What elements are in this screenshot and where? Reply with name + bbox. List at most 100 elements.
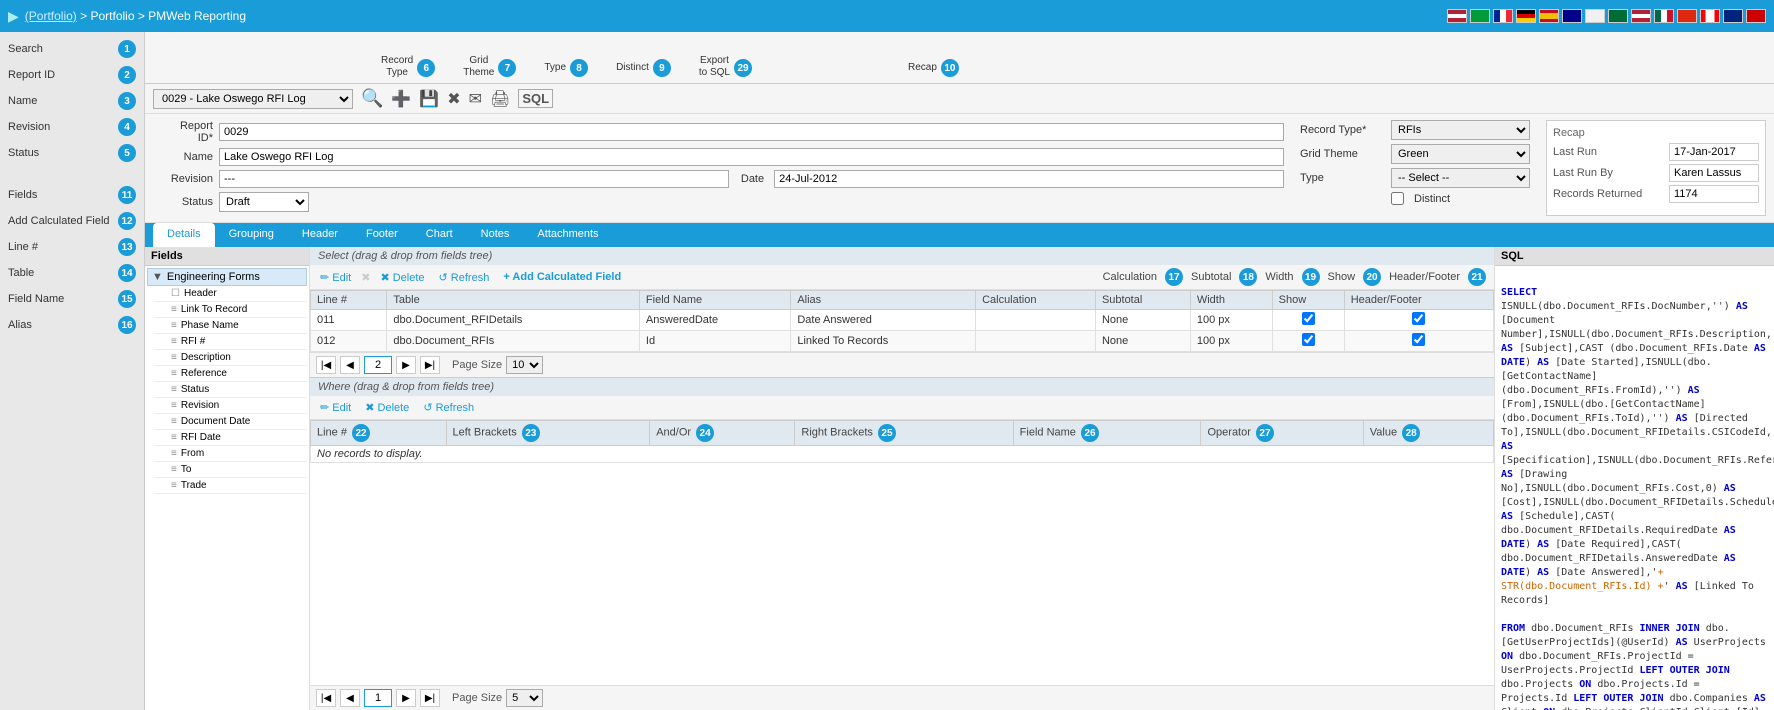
sidebar-item-add-calculated[interactable]: Add Calculated Field 12 bbox=[0, 208, 144, 234]
where-page-current[interactable] bbox=[364, 689, 392, 707]
sidebar-item-alias[interactable]: Alias 16 bbox=[0, 312, 144, 338]
date-input[interactable] bbox=[774, 170, 1284, 188]
print-icon[interactable]: 🖨 bbox=[490, 89, 510, 109]
grid-theme-select[interactable]: Green bbox=[1391, 144, 1530, 164]
tree-item-reference[interactable]: ≡ Reference bbox=[155, 366, 307, 382]
flag-fr[interactable] bbox=[1493, 9, 1513, 23]
tab-footer[interactable]: Footer bbox=[352, 223, 412, 247]
tab-chart[interactable]: Chart bbox=[412, 223, 467, 247]
search-select[interactable]: 0029 - Lake Oswego RFI Log bbox=[153, 89, 353, 109]
type-select[interactable]: -- Select -- bbox=[1391, 168, 1530, 188]
cell-hf-2[interactable] bbox=[1344, 331, 1493, 352]
tab-header[interactable]: Header bbox=[288, 223, 352, 247]
tab-attachments[interactable]: Attachments bbox=[523, 223, 612, 247]
flag-cn[interactable] bbox=[1677, 9, 1697, 23]
report-id-input[interactable] bbox=[219, 123, 1284, 141]
email-icon[interactable]: ✉ bbox=[469, 89, 482, 109]
badge-22: 22 bbox=[352, 424, 370, 442]
tree-item-status[interactable]: ≡ Status bbox=[155, 382, 307, 398]
select-edit-btn[interactable]: ✏ Edit bbox=[316, 269, 355, 286]
where-edit-btn[interactable]: ✏ Edit bbox=[316, 399, 355, 416]
cell-table-2: dbo.Document_RFIs bbox=[387, 331, 640, 352]
cancel-icon[interactable]: ✖ bbox=[447, 89, 460, 109]
sql-content: SELECT ISNULL(dbo.Document_RFIs.DocNumbe… bbox=[1495, 266, 1774, 710]
page-prev-btn[interactable]: ◀ bbox=[340, 356, 360, 374]
sql-icon[interactable]: SQL bbox=[518, 89, 553, 108]
tree-item-to[interactable]: ≡ To bbox=[155, 462, 307, 478]
flag-us[interactable] bbox=[1447, 9, 1467, 23]
sidebar-item-fields[interactable]: Fields 11 bbox=[0, 182, 144, 208]
page-size-select[interactable]: 10 25 50 bbox=[506, 356, 543, 374]
search-icon[interactable]: 🔍 bbox=[361, 88, 383, 109]
header-footer-label: Header/Footer bbox=[1389, 271, 1460, 283]
sidebar-item-report-id[interactable]: Report ID 2 bbox=[0, 62, 144, 88]
last-run-by-value: Karen Lassus bbox=[1669, 164, 1759, 182]
flag-br[interactable] bbox=[1470, 9, 1490, 23]
cell-show-1[interactable] bbox=[1272, 310, 1344, 331]
sidebar-item-name[interactable]: Name 3 bbox=[0, 88, 144, 114]
sidebar-item-search[interactable]: Search 1 bbox=[0, 36, 144, 62]
flag-de[interactable] bbox=[1516, 9, 1536, 23]
revision-input[interactable] bbox=[219, 170, 729, 188]
flag-sa[interactable] bbox=[1608, 9, 1628, 23]
select-delete-btn[interactable]: ✖ Delete bbox=[376, 269, 428, 286]
save-icon[interactable]: 💾 bbox=[419, 89, 439, 109]
where-page-size-select[interactable]: 5 10 25 bbox=[506, 689, 543, 707]
flag-es[interactable] bbox=[1539, 9, 1559, 23]
sidebar-item-table[interactable]: Table 14 bbox=[0, 260, 144, 286]
distinct-checkbox[interactable] bbox=[1391, 192, 1404, 205]
cell-show-2[interactable] bbox=[1272, 331, 1344, 352]
recap-panel: Recap Last Run 17-Jan-2017 Last Run By K… bbox=[1546, 120, 1766, 216]
page-next-btn[interactable]: ▶ bbox=[396, 356, 416, 374]
where-page-first[interactable]: |◀ bbox=[316, 689, 336, 707]
tab-notes[interactable]: Notes bbox=[467, 223, 524, 247]
status-form-label: Status bbox=[153, 196, 213, 208]
tree-item-rfi-date[interactable]: ≡ RFI Date bbox=[155, 430, 307, 446]
tree-item-link-to-record[interactable]: ≡ Link To Record bbox=[155, 302, 307, 318]
where-delete-btn[interactable]: ✖ Delete bbox=[361, 399, 413, 416]
tree-item-trade[interactable]: ≡ Trade bbox=[155, 478, 307, 494]
select-refresh-btn[interactable]: ↺ Refresh bbox=[435, 269, 494, 286]
page-first-btn[interactable]: |◀ bbox=[316, 356, 336, 374]
add-icon[interactable]: ➕ bbox=[391, 89, 411, 109]
tree-item-rfi-num[interactable]: ≡ RFI # bbox=[155, 334, 307, 350]
where-page-next[interactable]: ▶ bbox=[396, 689, 416, 707]
tree-item-document-date[interactable]: ≡ Document Date bbox=[155, 414, 307, 430]
flag-ca[interactable] bbox=[1700, 9, 1720, 23]
tab-grouping[interactable]: Grouping bbox=[215, 223, 288, 247]
where-toolbar: ✏ Edit ✖ Delete ↺ Refresh bbox=[310, 396, 1494, 420]
sidebar-item-revision[interactable]: Revision 4 bbox=[0, 114, 144, 140]
records-returned-value: 1174 bbox=[1669, 185, 1759, 203]
where-page-last[interactable]: ▶| bbox=[420, 689, 440, 707]
tree-item-header[interactable]: ☐ Header bbox=[155, 286, 307, 302]
tree-item-phase-name[interactable]: ≡ Phase Name bbox=[155, 318, 307, 334]
where-page-prev[interactable]: ◀ bbox=[340, 689, 360, 707]
page-current-select[interactable] bbox=[364, 356, 392, 374]
list-icon-8: ≡ bbox=[171, 416, 177, 427]
sidebar-item-line-num[interactable]: Line # 13 bbox=[0, 234, 144, 260]
flag-6[interactable] bbox=[1585, 9, 1605, 23]
sidebar-item-field-name[interactable]: Field Name 15 bbox=[0, 286, 144, 312]
flag-mx[interactable] bbox=[1654, 9, 1674, 23]
flag-last[interactable] bbox=[1746, 9, 1766, 23]
breadcrumb: (Portfolio) > Portfolio > PMWeb Reportin… bbox=[25, 9, 246, 23]
tree-item-from[interactable]: ≡ From bbox=[155, 446, 307, 462]
flag-nz[interactable] bbox=[1723, 9, 1743, 23]
portfolio-link[interactable]: (Portfolio) bbox=[25, 9, 77, 23]
cell-subtotal-1: None bbox=[1095, 310, 1190, 331]
cell-hf-1[interactable] bbox=[1344, 310, 1493, 331]
page-last-btn[interactable]: ▶| bbox=[420, 356, 440, 374]
where-refresh-btn[interactable]: ↺ Refresh bbox=[419, 399, 478, 416]
flag-au[interactable] bbox=[1562, 9, 1582, 23]
tree-item-description[interactable]: ≡ Description bbox=[155, 350, 307, 366]
name-input[interactable] bbox=[219, 148, 1284, 166]
tree-item-revision[interactable]: ≡ Revision bbox=[155, 398, 307, 414]
flag-us2[interactable] bbox=[1631, 9, 1651, 23]
status-select[interactable]: Draft bbox=[219, 192, 309, 212]
tree-group-header-engineering[interactable]: ▼ Engineering Forms bbox=[147, 268, 307, 286]
record-type-select[interactable]: RFIs bbox=[1391, 120, 1530, 140]
add-calculated-btn[interactable]: + Add Calculated Field bbox=[499, 269, 625, 285]
tab-details[interactable]: Details bbox=[153, 223, 215, 247]
sidebar-item-status[interactable]: Status 5 bbox=[0, 140, 144, 166]
last-run-value: 17-Jan-2017 bbox=[1669, 143, 1759, 161]
